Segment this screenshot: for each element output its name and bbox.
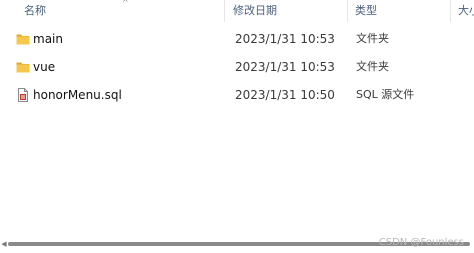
file-modified-date: 2023/1/31 10:50 (235, 88, 335, 102)
column-divider[interactable] (224, 0, 225, 22)
column-header-bar: ^ 名称 修改日期 类型 大小 (0, 0, 474, 22)
column-header-modified[interactable]: 修改日期 (233, 0, 277, 22)
watermark: CSDN @Founless (378, 237, 464, 248)
folder-icon (16, 60, 30, 74)
file-row[interactable]: main 2023/1/31 10:53 文件夹 (0, 28, 474, 50)
file-type: 文件夹 (356, 60, 389, 73)
file-modified-date: 2023/1/31 10:53 (235, 32, 335, 46)
sort-arrow-icon: ^ (122, 0, 129, 7)
file-row[interactable]: vue 2023/1/31 10:53 文件夹 (0, 56, 474, 78)
file-row[interactable]: honorMenu.sql 2023/1/31 10:50 SQL 源文件 (0, 84, 474, 106)
column-header-name[interactable]: 名称 (24, 0, 46, 22)
file-name[interactable]: vue (33, 56, 55, 78)
sql-file-icon (16, 88, 30, 102)
column-divider[interactable] (347, 0, 348, 22)
file-type: SQL 源文件 (356, 88, 415, 101)
column-divider[interactable] (450, 0, 451, 22)
scroll-left-arrow-icon[interactable]: ◀ (0, 240, 8, 248)
column-header-type[interactable]: 类型 (355, 0, 377, 22)
folder-icon (16, 32, 30, 46)
file-name[interactable]: main (33, 28, 63, 50)
file-name[interactable]: honorMenu.sql (33, 84, 122, 106)
file-modified-date: 2023/1/31 10:53 (235, 60, 335, 74)
file-type: 文件夹 (356, 32, 389, 45)
column-header-size[interactable]: 大小 (458, 0, 474, 22)
